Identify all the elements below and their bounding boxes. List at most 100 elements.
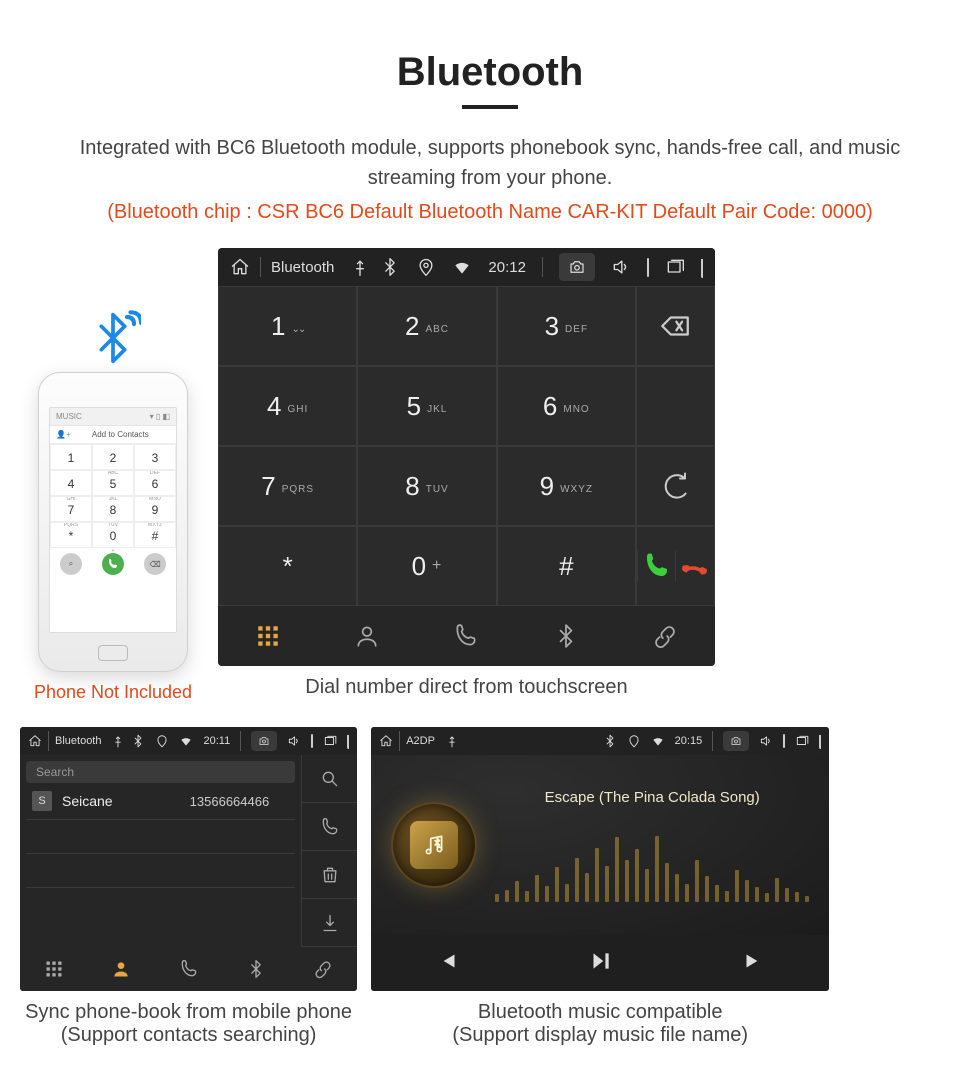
back-icon[interactable]: [819, 735, 821, 747]
play-pause-button[interactable]: [587, 948, 613, 979]
volume-icon[interactable]: [611, 257, 631, 277]
backspace-button[interactable]: [636, 286, 715, 366]
phone-key: 1: [50, 444, 92, 470]
head-unit-contacts: Bluetooth 20:11: [20, 727, 357, 991]
home-icon[interactable]: [230, 257, 250, 277]
phone-add-contact-icon: 👤+: [56, 430, 71, 439]
bluetooth-icon: [85, 310, 141, 366]
status-bar-contacts: Bluetooth 20:11: [20, 727, 357, 755]
search-input[interactable]: Search: [26, 761, 295, 783]
contact-row[interactable]: S Seicane 13566664466: [26, 783, 295, 820]
main-caption: Dial number direct from touchscreen: [218, 676, 715, 699]
tab-keypad[interactable]: [20, 947, 87, 991]
a2dp-caption-2: (Support display music file name): [371, 1024, 829, 1047]
tab-pair[interactable]: [290, 947, 357, 991]
dial-key-#[interactable]: #: [497, 526, 636, 606]
status-time: 20:11: [203, 735, 230, 747]
search-button[interactable]: [301, 755, 357, 803]
screenshot-button[interactable]: [559, 253, 595, 281]
download-button[interactable]: [301, 899, 357, 947]
hangup-button[interactable]: [675, 551, 713, 581]
contact-number: 13566664466: [190, 794, 290, 809]
recent-apps-icon[interactable]: [665, 257, 685, 277]
dial-key-4[interactable]: 4GHI: [218, 366, 357, 446]
head-unit-dialer: Bluetooth 20:12: [218, 248, 715, 666]
close-app-icon[interactable]: [647, 259, 649, 276]
visualizer: [495, 822, 809, 902]
screenshot-button[interactable]: [723, 731, 749, 751]
phone-key: 3DEF: [134, 444, 176, 470]
dial-key-5[interactable]: 5JKL: [357, 366, 496, 446]
status-time: 20:15: [675, 735, 703, 747]
status-title: Bluetooth: [55, 735, 101, 747]
call-button[interactable]: [637, 551, 675, 581]
recent-apps-icon[interactable]: [323, 734, 337, 748]
dial-key-2[interactable]: 2ABC: [357, 286, 496, 366]
contacts-caption-2: (Support contacts searching): [20, 1024, 357, 1047]
tab-pair[interactable]: [616, 606, 715, 666]
delete-button[interactable]: [301, 851, 357, 899]
home-icon[interactable]: [379, 734, 393, 748]
status-time: 20:12: [488, 259, 526, 276]
prev-track-button[interactable]: [435, 948, 461, 979]
dial-key-6[interactable]: 6MNO: [497, 366, 636, 446]
viz-bar: [735, 870, 739, 901]
dial-key-0[interactable]: 0+: [357, 526, 496, 606]
tab-bluetooth[interactable]: [516, 606, 615, 666]
phone-voicemail-button: ⌕: [60, 553, 82, 575]
dial-key-9[interactable]: 9WXYZ: [497, 446, 636, 526]
dial-key-7[interactable]: 7PQRS: [218, 446, 357, 526]
viz-bar: [555, 867, 559, 902]
contact-row-empty: [26, 820, 295, 854]
phone-backspace-button: ⌫: [144, 553, 166, 575]
location-icon: [627, 734, 641, 748]
viz-bar: [525, 891, 529, 902]
contact-row-empty: [26, 888, 295, 922]
status-bar-a2dp: A2DP 20:15: [371, 727, 829, 755]
dial-key-1[interactable]: 1⌄⌄: [218, 286, 357, 366]
dial-key-*[interactable]: *: [218, 526, 357, 606]
viz-bar: [695, 860, 699, 902]
recent-apps-icon[interactable]: [795, 734, 809, 748]
wifi-icon: [651, 734, 665, 748]
tab-contacts[interactable]: [87, 947, 154, 991]
phone-key: 5JKL: [92, 470, 134, 496]
viz-bar: [545, 886, 549, 902]
volume-icon[interactable]: [759, 734, 773, 748]
viz-bar: [645, 869, 649, 901]
tab-keypad[interactable]: [218, 606, 317, 666]
album-art: [391, 802, 477, 888]
hero-specs: (Bluetooth chip : CSR BC6 Default Blueto…: [10, 201, 970, 224]
close-app-icon[interactable]: [311, 735, 313, 747]
redial-button[interactable]: [636, 446, 715, 526]
viz-bar: [565, 884, 569, 902]
tab-call-log[interactable]: [155, 947, 222, 991]
tab-contacts[interactable]: [317, 606, 416, 666]
viz-bar: [515, 881, 519, 901]
hero-description: Integrated with BC6 Bluetooth module, su…: [50, 133, 930, 193]
viz-bar: [605, 866, 609, 902]
viz-bar: [755, 887, 759, 901]
home-icon[interactable]: [28, 734, 42, 748]
title-underline: [462, 105, 518, 109]
screenshot-button[interactable]: [251, 731, 277, 751]
contact-badge: S: [32, 791, 52, 811]
tab-bluetooth[interactable]: [222, 947, 289, 991]
dial-key-3[interactable]: 3DEF: [497, 286, 636, 366]
volume-icon[interactable]: [287, 734, 301, 748]
tab-call-log[interactable]: [417, 606, 516, 666]
phone-status-icons: ▾ ▯ ◧: [150, 412, 170, 421]
viz-bar: [635, 849, 639, 902]
back-icon[interactable]: [347, 735, 349, 747]
dial-key-8[interactable]: 8TUV: [357, 446, 496, 526]
close-app-icon[interactable]: [783, 735, 785, 747]
back-icon[interactable]: [701, 259, 703, 276]
call-button[interactable]: [301, 803, 357, 851]
next-track-button[interactable]: [740, 948, 766, 979]
phone-status-label: MUSIC: [56, 412, 82, 421]
viz-bar: [655, 836, 659, 902]
phone-key: 7PQRS: [50, 496, 92, 522]
viz-bar: [675, 874, 679, 902]
contact-name: Seicane: [62, 793, 113, 809]
phone-key: 6MNO: [134, 470, 176, 496]
